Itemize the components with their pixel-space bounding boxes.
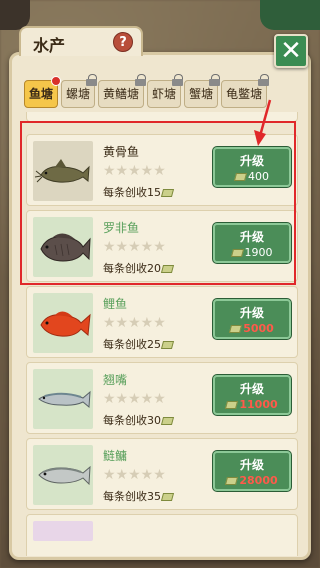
earning-text: 每条创收35 — [103, 488, 175, 504]
earning-value: 每条创收35 — [103, 490, 161, 503]
earning-text: 每条创收15 — [103, 184, 175, 200]
tab-eel-pond[interactable]: 黄鳝塘 — [98, 74, 147, 108]
earning-value: 每条创收25 — [103, 338, 161, 351]
yellow-catfish-image — [33, 141, 93, 201]
fish-name: 鲢鳙 — [103, 449, 128, 463]
money-icon — [160, 189, 175, 197]
star-rating: ★★★★★ — [103, 239, 166, 255]
window-title: 水产 — [33, 36, 66, 55]
notification-dot-icon — [51, 76, 62, 86]
carp-image — [33, 293, 93, 353]
fish-name: 罗非鱼 — [103, 221, 140, 235]
upgrade-label: 升级 — [239, 382, 264, 396]
list-item — [26, 514, 298, 556]
price-value: 28000 — [239, 474, 278, 487]
list-item: 翘嘴 ★★★★★ 每条创收30 升级 11000 — [26, 362, 298, 434]
money-icon — [233, 173, 248, 181]
upgrade-button[interactable]: 升级 1900 — [213, 223, 291, 263]
star-rating: ★★★★★ — [103, 391, 166, 407]
help-button[interactable]: ? — [113, 32, 133, 52]
tab-label: 黄鳝塘 — [103, 87, 140, 101]
lock-icon — [135, 74, 147, 86]
earning-text: 每条创收20 — [103, 260, 175, 276]
tab-label: 螺塘 — [66, 87, 91, 101]
fish-name: 鲤鱼 — [103, 297, 128, 311]
arrow-icon — [254, 99, 272, 146]
close-button[interactable]: ✕ — [274, 34, 308, 68]
lock-icon — [172, 74, 184, 86]
tab-crab-pond[interactable]: 蟹塘 — [184, 74, 221, 108]
tab-fish-pond[interactable]: 鱼塘 — [24, 76, 62, 108]
money-icon — [225, 477, 239, 485]
list-item: 鲤鱼 ★★★★★ 每条创收25 升级 5000 — [26, 286, 298, 358]
upgrade-price: 5000 — [215, 322, 289, 335]
money-icon — [230, 249, 244, 257]
fish-name: 黄骨鱼 — [103, 145, 140, 159]
fish-image — [33, 521, 93, 541]
money-icon — [160, 493, 175, 501]
upgrade-label: 升级 — [239, 306, 264, 320]
tab-label: 鱼塘 — [29, 87, 54, 101]
lock-icon — [258, 74, 270, 86]
earning-value: 每条创收15 — [103, 186, 161, 199]
star-rating: ★★★★★ — [103, 163, 166, 179]
upgrade-price: 400 — [215, 170, 289, 183]
upgrade-price: 1900 — [215, 246, 289, 259]
list-item: 罗非鱼 ★★★★★ 每条创收20 升级 1900 — [26, 210, 298, 282]
window-title-tab: 水产 ? — [19, 26, 143, 56]
money-icon — [160, 417, 175, 425]
price-value: 5000 — [243, 322, 274, 335]
background-corner — [260, 0, 320, 30]
money-icon — [160, 265, 175, 273]
upgrade-price: 11000 — [215, 398, 289, 411]
price-value: 1900 — [244, 246, 273, 259]
upgrade-label: 升级 — [239, 154, 264, 168]
price-value: 11000 — [239, 398, 278, 411]
earning-text: 每条创收25 — [103, 336, 175, 352]
upgrade-label: 升级 — [239, 230, 264, 244]
money-icon — [229, 325, 243, 333]
price-value: 400 — [248, 170, 269, 183]
upgrade-button[interactable]: 升级 400 — [213, 147, 291, 187]
list-item: 鲢鳙 ★★★★★ 每条创收35 升级 28000 — [26, 438, 298, 510]
star-rating: ★★★★★ — [103, 467, 166, 483]
silver-carp-image — [33, 445, 93, 505]
tab-shrimp-pond[interactable]: 虾塘 — [147, 74, 184, 108]
upgrade-price: 28000 — [215, 474, 289, 487]
upgrade-button[interactable]: 升级 11000 — [213, 375, 291, 415]
earning-text: 每条创收30 — [103, 412, 175, 428]
lock-icon — [86, 74, 98, 86]
tilapia-image — [33, 217, 93, 277]
fish-name: 翘嘴 — [103, 373, 128, 387]
star-rating: ★★★★★ — [103, 315, 166, 331]
earning-value: 每条创收20 — [103, 262, 161, 275]
tab-snail-pond[interactable]: 螺塘 — [61, 74, 98, 108]
money-icon — [225, 401, 239, 409]
money-icon — [160, 341, 175, 349]
upgrade-label: 升级 — [239, 458, 264, 472]
upgrade-button[interactable]: 升级 5000 — [213, 299, 291, 339]
topmouth-culter-image — [33, 369, 93, 429]
earning-value: 每条创收30 — [103, 414, 161, 427]
tab-label: 蟹塘 — [189, 87, 214, 101]
lock-icon — [209, 74, 221, 86]
fish-list[interactable]: 黄骨鱼 ★★★★★ 每条创收15 升级 400 罗非鱼 ★★★★★ 每条创收20… — [22, 112, 302, 556]
upgrade-button[interactable]: 升级 28000 — [213, 451, 291, 491]
tab-label: 虾塘 — [152, 87, 177, 101]
